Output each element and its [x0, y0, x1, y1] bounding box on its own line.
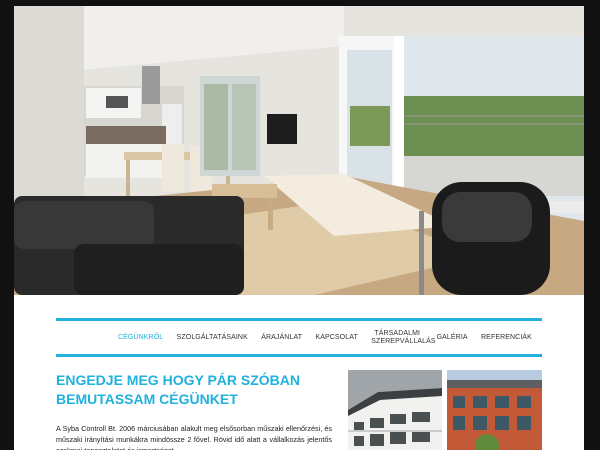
nav-item-contact[interactable]: KAPCSOLAT — [315, 334, 357, 342]
nav-item-services[interactable]: SZOLGÁLTATÁSAINK — [177, 334, 248, 342]
page: CÉGÜNKRŐL SZOLGÁLTATÁSAINK ÁRAJÁNLAT KAP… — [14, 6, 584, 450]
nav-item-social-responsibility[interactable]: TÁRSADALMI SZEREPVÁLLALÁS — [371, 330, 435, 346]
nav-bottom-rule — [56, 354, 542, 357]
nav-item-references[interactable]: REFERENCIÁK — [481, 334, 532, 342]
main-nav: CÉGÜNKRŐL SZOLGÁLTATÁSAINK ÁRAJÁNLAT KAP… — [56, 321, 542, 354]
nav-item-gallery[interactable]: GALÉRIA — [437, 334, 468, 342]
nav-item-about[interactable]: CÉGÜNKRŐL — [118, 334, 163, 342]
page-headline: ENGEDJE MEG HOGY PÁR SZÓBAN BEMUTASSAM C… — [56, 372, 301, 407]
hero-image — [14, 6, 584, 295]
nav-item-quote[interactable]: ÁRAJÁNLAT — [261, 334, 302, 342]
intro-paragraph: A Syba Controll Bt. 2006 márciusában ala… — [56, 424, 332, 450]
building-thumbnail-brick[interactable] — [447, 370, 542, 450]
building-thumbnail-white[interactable] — [348, 370, 442, 450]
